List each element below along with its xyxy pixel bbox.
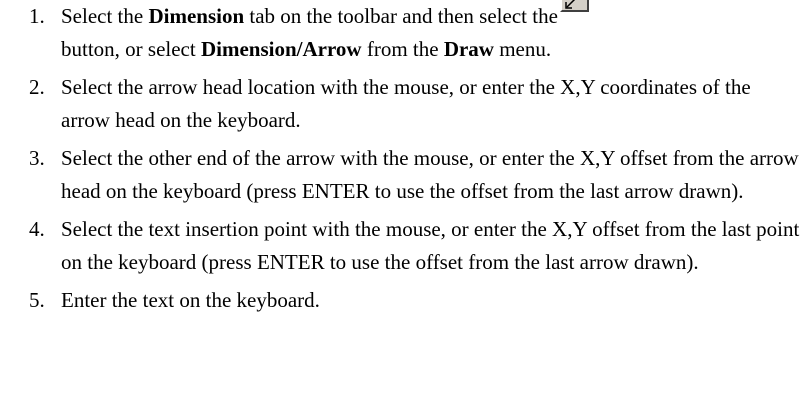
step-4: 4. Select the text insertion point with … [0,213,804,279]
step-text: Select the other end of the arrow with t… [61,146,799,203]
step-number: 1. [29,4,45,28]
step-5: 5. Enter the text on the keyboard. [0,284,804,317]
step-text: Select the Dimension tab on the toolbar … [61,0,589,61]
step-text-part: tab on the toolbar and then select the [244,4,558,28]
step-3: 3. Select the other end of the arrow wit… [0,142,804,208]
step-1: 1. Select the Dimension tab on the toolb… [0,0,804,66]
step-text: Enter the text on the keyboard. [61,288,320,312]
instruction-steps: 1. Select the Dimension tab on the toolb… [0,0,804,322]
dimension-arrow-icon: x [559,0,589,12]
step-text-part: from the [361,37,444,61]
step-text: Select the text insertion point with the… [61,217,800,274]
menu-item-label: Dimension/Arrow [200,37,362,61]
step-number: 4. [29,217,45,241]
step-text-part: menu. [493,37,552,61]
dimension-tab-label: Dimension [148,4,245,28]
step-text: Select the arrow head location with the … [61,75,751,132]
step-text-part: button, or select [61,37,201,61]
step-2: 2. Select the arrow head location with t… [0,71,804,137]
step-number: 3. [29,146,45,170]
menu-name-label: Draw [443,37,494,61]
step-text-part: Select the [61,4,149,28]
step-number: 5. [29,288,45,312]
step-number: 2. [29,75,45,99]
svg-text:x: x [580,0,583,2]
